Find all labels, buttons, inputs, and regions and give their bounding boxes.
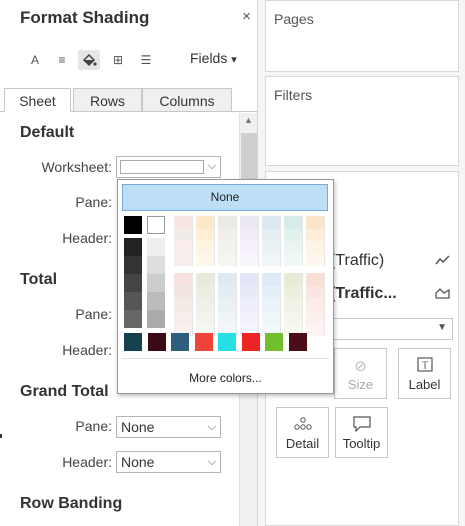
tint-column[interactable] [284, 216, 303, 266]
chevron-down-icon: ▼ [437, 322, 447, 333]
close-icon[interactable]: × [242, 8, 251, 25]
marks-field-pill-1[interactable]: (Traffic) [330, 252, 384, 270]
svg-text:T: T [421, 361, 427, 372]
size-button[interactable]: ⊘ Size [334, 348, 387, 399]
tint-column[interactable] [262, 216, 281, 266]
tint-column[interactable] [218, 216, 237, 266]
worksheet-label: Worksheet: [41, 159, 112, 175]
tint-column[interactable] [174, 216, 193, 266]
color-swatch[interactable] [194, 333, 213, 351]
chevron-down-icon: ⌵ [207, 456, 216, 468]
color-swatch[interactable] [265, 333, 283, 351]
tab-rows[interactable]: Rows [73, 88, 142, 112]
tint-column[interactable] [240, 216, 259, 266]
grayscale-light-column[interactable] [147, 238, 165, 328]
label-label: Label [408, 377, 441, 392]
alignment-format-icon[interactable]: ≡ [51, 50, 73, 70]
section-heading-default: Default [20, 124, 75, 141]
shading-format-icon[interactable] [78, 50, 100, 70]
filters-shelf-title: Filters [274, 87, 313, 103]
worksheet-shading-select[interactable]: ⌵ [116, 156, 221, 178]
section-heading-grand-total: Grand Total [20, 383, 109, 400]
chevron-down-icon: ⌵ [207, 421, 216, 433]
more-colors-link[interactable]: More colors... [118, 371, 333, 385]
total-pane-label: Pane: [75, 306, 112, 322]
pages-shelf[interactable]: Pages [265, 0, 459, 72]
tint-column[interactable] [284, 273, 303, 336]
tooltip-button[interactable]: Tooltip [335, 407, 388, 458]
detail-label: Detail [285, 436, 320, 451]
grand-total-header-value: None [121, 454, 155, 470]
grand-total-pane-label: Pane: [75, 418, 112, 434]
worksheet-color-swatch [120, 160, 204, 174]
tint-column[interactable] [196, 273, 215, 336]
panel-title: Format Shading [20, 8, 150, 27]
section-heading-row-banding: Row Banding [20, 495, 123, 512]
detail-button[interactable]: Detail [276, 407, 329, 458]
color-picker-popup: None More colors... [117, 179, 334, 394]
color-swatch[interactable] [124, 333, 142, 351]
section-heading-total: Total [20, 271, 58, 288]
fields-dropdown-button[interactable]: Fields ▾ [190, 50, 237, 66]
color-swatch[interactable] [218, 333, 236, 351]
tab-sheet[interactable]: Sheet [4, 88, 71, 112]
pages-shelf-title: Pages [274, 11, 314, 27]
scroll-up-icon[interactable]: ▲ [244, 115, 253, 125]
color-swatch-black[interactable] [124, 216, 142, 234]
marks-field-2-label: (Traffic... [330, 285, 397, 302]
none-color-option[interactable]: None [122, 184, 328, 211]
label-icon: T [399, 357, 450, 377]
grayscale-dark-column[interactable] [124, 238, 142, 328]
total-header-label: Header: [62, 342, 112, 358]
color-swatch[interactable] [241, 333, 260, 351]
tooltip-icon [336, 416, 387, 436]
line-chart-icon[interactable] [435, 254, 450, 269]
tint-column[interactable] [174, 273, 193, 336]
size-icon: ⊘ [354, 358, 367, 375]
chevron-down-icon: ▾ [231, 54, 237, 66]
color-swatch[interactable] [288, 333, 307, 351]
marks-field-pill-2[interactable]: (Traffic... [330, 285, 397, 303]
grand-total-header-label: Header: [62, 454, 112, 470]
grand-total-pane-value: None [121, 419, 155, 435]
lines-format-icon[interactable]: ☰ [135, 50, 157, 70]
default-header-label: Header: [62, 230, 112, 246]
font-format-icon[interactable]: A [24, 50, 46, 70]
color-swatch[interactable] [171, 333, 189, 351]
tint-column[interactable] [240, 273, 259, 336]
label-button[interactable]: T Label [398, 348, 451, 399]
tab-columns[interactable]: Columns [142, 88, 232, 112]
tint-column[interactable] [218, 273, 237, 336]
edge-tick [0, 434, 2, 438]
tooltip-label: Tooltip [342, 436, 381, 451]
grand-total-pane-select[interactable]: None ⌵ [116, 416, 221, 438]
tint-column[interactable] [306, 216, 325, 266]
popup-divider [122, 358, 329, 359]
area-chart-icon[interactable] [435, 287, 450, 302]
marks-field-1-label: (Traffic) [330, 252, 385, 269]
grand-total-header-select[interactable]: None ⌵ [116, 451, 221, 473]
fields-label: Fields [190, 50, 228, 66]
tint-column[interactable] [262, 273, 281, 336]
filters-shelf[interactable]: Filters [265, 76, 459, 166]
chevron-down-icon: ⌵ [207, 160, 216, 172]
size-label: Size [347, 377, 374, 392]
color-swatch-white[interactable] [147, 216, 165, 234]
tint-column[interactable] [306, 273, 325, 336]
tint-column[interactable] [196, 216, 215, 266]
mark-type-select[interactable]: ▼ [329, 318, 453, 340]
detail-icon [277, 416, 328, 436]
borders-format-icon[interactable]: ⊞ [107, 50, 129, 70]
default-pane-label: Pane: [75, 194, 112, 210]
format-tabs: Sheet Rows Columns [0, 88, 258, 112]
color-swatch[interactable] [147, 333, 166, 351]
